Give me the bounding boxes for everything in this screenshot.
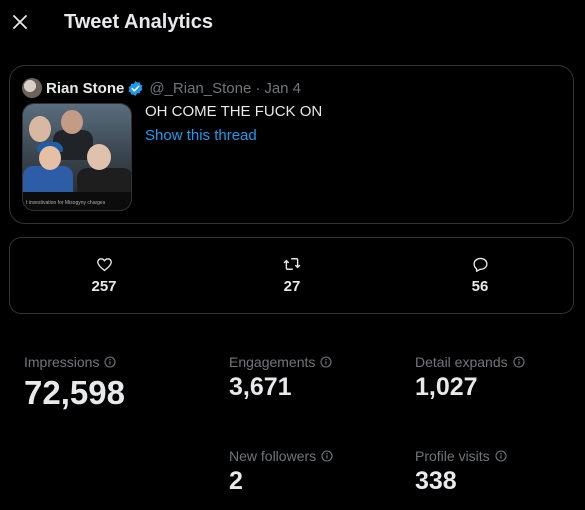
close-icon: [13, 15, 27, 29]
engagements-value: 3,671: [229, 373, 292, 401]
detail-expands-label: Detail expands: [415, 354, 508, 370]
info-icon[interactable]: [104, 356, 117, 368]
avatar[interactable]: [22, 78, 42, 98]
detail-expands-value: 1,027: [415, 373, 478, 401]
profile-visits-label: Profile visits: [415, 448, 490, 464]
author-handle[interactable]: @_Rian_Stone: [149, 80, 251, 97]
retweets-count: 27: [283, 278, 301, 295]
impressions-value: 72,598: [24, 374, 125, 411]
impressions-label: Impressions: [24, 354, 100, 370]
tweet-media-thumbnail[interactable]: t investivation for Misogyny charges: [22, 103, 132, 211]
show-thread-link[interactable]: Show this thread: [145, 127, 257, 144]
metric-new-followers: New followers 2: [229, 448, 333, 496]
close-button[interactable]: [8, 10, 32, 34]
likes-stat[interactable]: 257: [64, 254, 144, 295]
media-caption: t investivation for Misogyny charges: [26, 200, 106, 206]
info-icon[interactable]: [321, 450, 333, 462]
metric-profile-visits: Profile visits 338: [415, 448, 507, 496]
likes-count: 257: [91, 278, 117, 295]
replies-count: 56: [471, 278, 489, 295]
metric-engagements: Engagements 3,671: [229, 354, 332, 402]
new-followers-label: New followers: [229, 448, 317, 464]
metric-detail-expands: Detail expands 1,027: [415, 354, 525, 402]
profile-visits-value: 338: [415, 467, 457, 495]
info-icon[interactable]: [495, 450, 507, 462]
engagement-summary: 257 27 56: [9, 237, 574, 314]
retweet-icon: [283, 258, 301, 270]
tweet-card[interactable]: Rian Stone @_Rian_Stone · Jan 4 t invest…: [9, 65, 574, 224]
engagements-label: Engagements: [229, 354, 316, 370]
separator-dot: ·: [255, 79, 261, 97]
tweet-header: Rian Stone @_Rian_Stone · Jan 4: [46, 78, 301, 98]
new-followers-value: 2: [229, 467, 243, 495]
author-name[interactable]: Rian Stone: [46, 80, 124, 97]
replies-stat[interactable]: 56: [440, 254, 520, 295]
verified-badge-icon: [127, 80, 144, 97]
metric-impressions: Impressions 72,598: [24, 354, 125, 412]
retweets-stat[interactable]: 27: [252, 254, 332, 295]
page-title: Tweet Analytics: [64, 11, 213, 33]
info-icon[interactable]: [320, 356, 332, 368]
heart-icon: [96, 257, 112, 271]
tweet-date[interactable]: Jan 4: [264, 80, 301, 97]
reply-icon: [472, 257, 488, 272]
tweet-text: OH COME THE FUCK ON: [145, 103, 323, 120]
info-icon[interactable]: [513, 356, 525, 368]
